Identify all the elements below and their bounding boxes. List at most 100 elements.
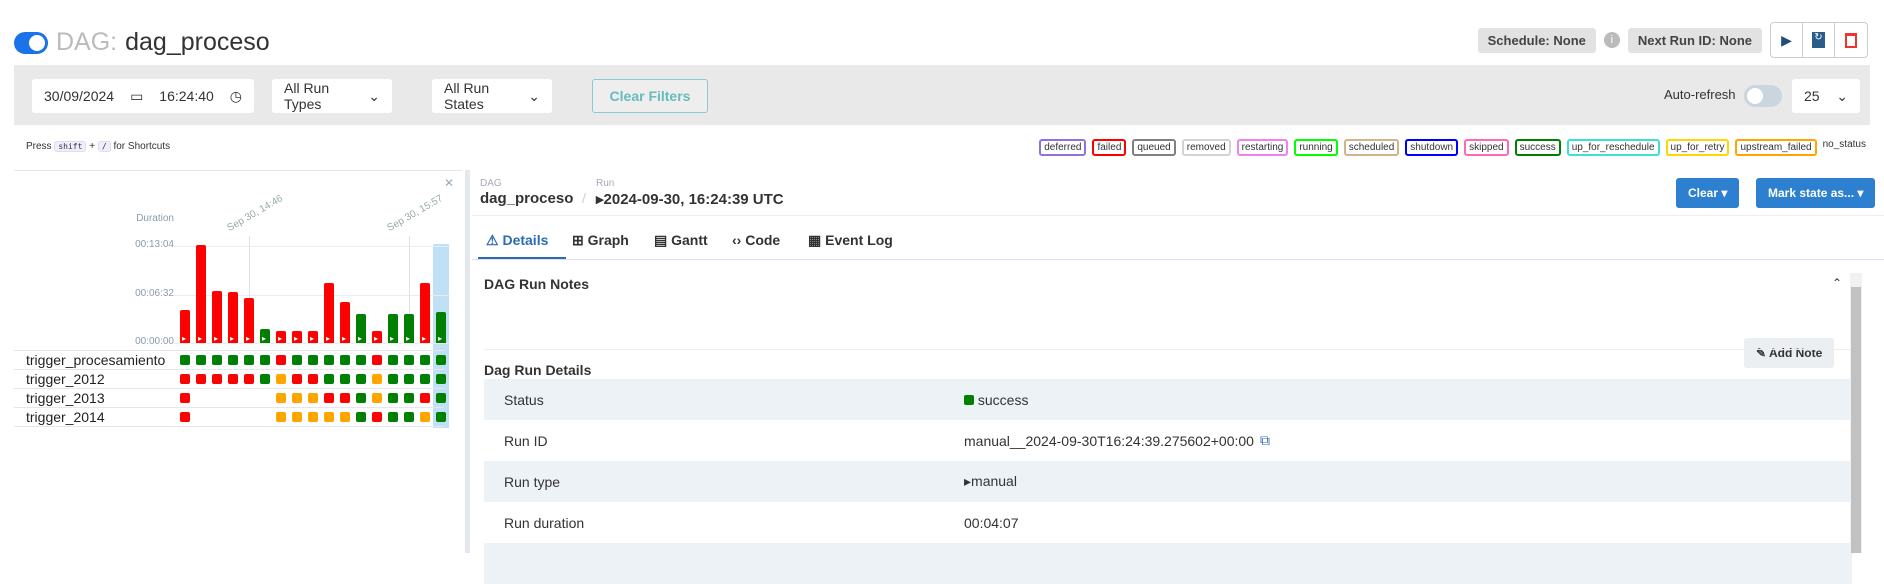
page-size-select[interactable]: 25 ⌄ [1792,79,1860,113]
tab-code[interactable]: ‹› Code [732,232,780,248]
run-bar[interactable] [388,313,398,343]
run-bar[interactable] [372,330,382,343]
run-bar[interactable] [180,309,190,343]
task-instance-cell[interactable] [260,374,270,384]
task-instance-cell[interactable] [388,412,398,422]
task-instance-cell[interactable] [356,374,366,384]
task-instance-cell[interactable] [212,355,222,365]
task-instance-cell[interactable] [388,393,398,403]
task-instance-cell[interactable] [180,374,190,384]
legend-removed[interactable]: removed [1181,139,1231,156]
task-instance-cell[interactable] [324,412,334,422]
mark-state-button[interactable]: Mark state as... ▾ [1756,178,1876,208]
reparse-dag-button[interactable]: ↻ [1803,23,1835,57]
task-instance-cell[interactable] [324,393,334,403]
legend-scheduled[interactable]: scheduled [1343,139,1400,156]
task-instance-cell[interactable] [436,412,446,422]
task-instance-cell[interactable] [324,374,334,384]
run-bar[interactable] [308,330,318,343]
task-instance-cell[interactable] [372,412,382,422]
task-instance-cell[interactable] [404,374,414,384]
legend-restarting[interactable]: restarting [1236,139,1289,156]
run-bar[interactable] [244,297,254,343]
task-instance-cell[interactable] [420,412,430,422]
task-instance-cell[interactable] [388,374,398,384]
task-instance-cell[interactable] [276,355,286,365]
task-instance-cell[interactable] [420,393,430,403]
task-instance-cell[interactable] [340,412,350,422]
task-instance-cell[interactable] [180,412,190,422]
run-bar[interactable] [196,245,206,343]
task-instance-cell[interactable] [324,355,334,365]
dag-pause-toggle[interactable] [14,31,48,54]
task-instance-cell[interactable] [244,374,254,384]
auto-refresh-toggle[interactable] [1744,85,1782,107]
run-bar[interactable] [420,282,430,343]
delete-dag-button[interactable] [1835,23,1867,57]
legend-no_status[interactable]: no_status [1823,139,1866,156]
collapse-grid-icon[interactable]: ✕ [444,176,454,190]
task-instance-cell[interactable] [372,374,382,384]
task-instance-cell[interactable] [292,412,302,422]
task-instance-cell[interactable] [436,374,446,384]
trigger-dag-button[interactable]: ▶ [1771,23,1803,57]
task-instance-cell[interactable] [420,374,430,384]
collapse-icon[interactable]: ⌃ [1832,276,1842,290]
panel-resize-handle[interactable] [465,170,470,553]
legend-up_for_retry[interactable]: up_for_retry [1665,139,1730,156]
task-row-label[interactable]: trigger_2012 [26,371,105,387]
task-instance-cell[interactable] [228,374,238,384]
task-instance-cell[interactable] [340,393,350,403]
legend-upstream_failed[interactable]: upstream_failed [1735,139,1817,156]
task-instance-cell[interactable] [340,374,350,384]
task-instance-cell[interactable] [244,355,254,365]
run-bar[interactable] [404,313,414,343]
task-row-label[interactable]: trigger_procesamiento [26,352,165,368]
run-bar[interactable] [228,291,238,343]
breadcrumb-run[interactable]: ▸2024-09-30, 16:24:39 UTC [596,190,784,208]
task-row-label[interactable]: trigger_2013 [26,390,105,406]
task-instance-cell[interactable] [356,393,366,403]
add-note-button[interactable]: ✎ Add Note [1744,338,1835,368]
task-instance-cell[interactable] [404,412,414,422]
run-states-select[interactable]: All Run States ⌄ [432,79,552,113]
scrollbar[interactable] [1850,273,1862,553]
task-instance-cell[interactable] [308,412,318,422]
task-instance-cell[interactable] [356,412,366,422]
task-instance-cell[interactable] [212,374,222,384]
task-instance-cell[interactable] [388,355,398,365]
task-instance-cell[interactable] [276,412,286,422]
clear-filters-button[interactable]: Clear Filters [592,79,708,113]
run-bar[interactable] [324,282,334,343]
task-instance-cell[interactable] [404,393,414,403]
task-instance-cell[interactable] [436,355,446,365]
task-instance-cell[interactable] [372,393,382,403]
tab-details[interactable]: ⚠ Details [486,232,548,249]
task-instance-cell[interactable] [404,355,414,365]
clock-icon[interactable]: ◷ [230,88,242,105]
run-bar[interactable] [292,330,302,343]
task-instance-cell[interactable] [228,355,238,365]
run-bar[interactable] [276,330,286,343]
tab-graph[interactable]: ⊞ Graph [572,232,629,249]
task-instance-cell[interactable] [292,393,302,403]
task-instance-cell[interactable] [260,355,270,365]
task-instance-cell[interactable] [196,374,206,384]
task-instance-cell[interactable] [372,355,382,365]
tab-event-log[interactable]: ▦ Event Log [808,232,893,249]
legend-up_for_reschedule[interactable]: up_for_reschedule [1566,139,1660,156]
legend-deferred[interactable]: deferred [1039,139,1087,156]
task-instance-cell[interactable] [276,374,286,384]
task-instance-cell[interactable] [340,355,350,365]
task-instance-cell[interactable] [308,355,318,365]
task-row-label[interactable]: trigger_2014 [26,409,105,425]
clear-run-button[interactable]: Clear ▾ [1676,178,1740,208]
run-bar[interactable] [436,312,446,343]
legend-running[interactable]: running [1294,139,1338,156]
legend-success[interactable]: success [1514,139,1561,156]
run-bar[interactable] [212,290,222,343]
info-icon[interactable]: i [1603,32,1620,48]
legend-shutdown[interactable]: shutdown [1405,139,1459,156]
run-bar[interactable] [260,328,270,343]
task-instance-cell[interactable] [292,374,302,384]
